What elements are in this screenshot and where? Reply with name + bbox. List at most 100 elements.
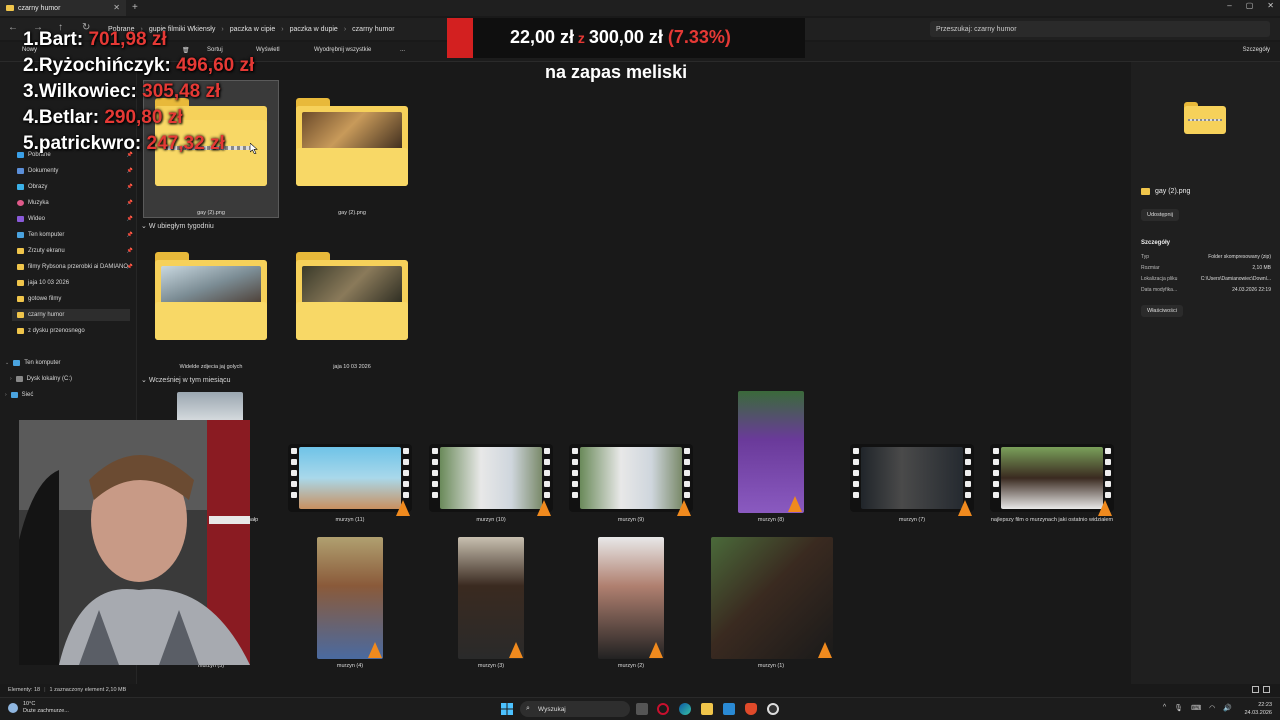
- sidebar-item-filmy-rybsona[interactable]: filmy Rybsona przerobki ai DAMIANO 📌: [17, 261, 135, 273]
- video-thumbnail[interactable]: [288, 444, 412, 512]
- selection-info: 1 zaznaczony element 2,10 MB: [49, 687, 127, 693]
- windows-start-icon[interactable]: [501, 703, 513, 715]
- video-thumbnail[interactable]: [990, 444, 1114, 512]
- sidebar-item-czarny-humor[interactable]: czarny humor: [12, 309, 130, 321]
- back-arrow-icon[interactable]: ←: [8, 22, 18, 33]
- mouse-cursor-icon: [250, 143, 258, 154]
- leaderboard-entry: 3.Wilkowiec: 305,48 zł: [23, 81, 221, 102]
- brave-icon[interactable]: [745, 703, 757, 715]
- folder-icon[interactable]: [155, 252, 267, 340]
- leaderboard-entry: 4.Betlar: 290,80 zł: [23, 107, 183, 128]
- view-button[interactable]: Wyświetl: [256, 47, 280, 53]
- taskbar-search[interactable]: ⌕ Wyszukaj: [520, 701, 630, 717]
- file-label: murzyn (7): [898, 517, 926, 523]
- tab-czarny-humor[interactable]: czarny humor ✕: [0, 0, 126, 16]
- breadcrumb-item[interactable]: paczka w dupie: [290, 26, 338, 33]
- tree-item-dysk-c[interactable]: › Dysk lokalny (C:): [10, 373, 128, 385]
- file-label: gay (2).png: [338, 210, 366, 216]
- chevron-up-icon[interactable]: ^: [1163, 704, 1166, 712]
- edge-icon[interactable]: [679, 703, 691, 715]
- details-file-name: gay (2).png: [1141, 188, 1190, 195]
- details-row: Typ Folder skompresowany (zip): [1141, 254, 1271, 260]
- maximize-button[interactable]: ▢: [1246, 1, 1254, 10]
- sidebar-item-gotowe-filmy[interactable]: gotowe filmy: [17, 293, 135, 305]
- file-explorer-icon[interactable]: [701, 703, 713, 715]
- extract-all-button[interactable]: Wyodrębnij wszystkie: [314, 47, 371, 53]
- breadcrumb-item[interactable]: paczka w cipie: [230, 26, 276, 33]
- task-view-icon[interactable]: [636, 703, 648, 715]
- video-thumbnail[interactable]: [850, 444, 974, 512]
- details-view-icon[interactable]: [1252, 686, 1259, 693]
- vlc-icon: [537, 500, 551, 516]
- sidebar-item-jaja[interactable]: jaja 10 03 2026: [17, 277, 135, 289]
- sidebar-item-z-dysku[interactable]: z dysku przenosnego: [17, 325, 135, 337]
- minimize-button[interactable]: –: [1227, 1, 1231, 10]
- group-header-last-week[interactable]: ⌄ W ubiegłym tygodniu: [141, 222, 214, 230]
- weather-widget[interactable]: 10°C Duże zachmurze...: [8, 701, 69, 715]
- vlc-icon: [958, 500, 972, 516]
- close-tab-icon[interactable]: ✕: [113, 3, 120, 12]
- tree-item-ten-komputer[interactable]: ⌄ Ten komputer: [5, 357, 123, 369]
- vlc-icon: [1098, 500, 1112, 516]
- thumbnail-image[interactable]: [711, 537, 833, 659]
- language-icon[interactable]: ⌨: [1191, 704, 1201, 712]
- clock[interactable]: 22:23 24.03.2026: [1244, 701, 1272, 717]
- microphone-icon[interactable]: 🎙: [1174, 704, 1183, 712]
- group-header-earlier-month[interactable]: ⌄ Wcześniej w tym miesiącu: [141, 376, 231, 384]
- folder-icon: [17, 312, 24, 318]
- folder-icon: [17, 296, 24, 302]
- thumbnail-image[interactable]: [738, 391, 804, 513]
- volume-icon[interactable]: 🔊: [1223, 704, 1232, 712]
- wifi-icon[interactable]: ◠: [1209, 704, 1215, 712]
- music-icon: [17, 200, 24, 206]
- pin-icon: 📌: [126, 168, 133, 174]
- opera-icon[interactable]: [657, 703, 669, 715]
- obs-icon[interactable]: [767, 703, 779, 715]
- file-label: murzyn (10): [476, 517, 506, 523]
- sidebar-item-wideo[interactable]: Wideo 📌: [17, 213, 135, 225]
- thumbnail-image[interactable]: [177, 392, 243, 422]
- sidebar-item-obrazy[interactable]: Obrazy 📌: [17, 181, 135, 193]
- delete-icon[interactable]: 🗑: [182, 47, 190, 54]
- chevron-right-icon[interactable]: ›: [5, 392, 7, 398]
- file-label: gay (2).png: [197, 210, 225, 216]
- folder-icon[interactable]: [296, 252, 408, 340]
- new-tab-button[interactable]: +: [132, 2, 138, 13]
- sidebar-item-zrzuty-ekranu[interactable]: Zrzuty ekranu 📌: [17, 245, 135, 257]
- notepad-icon[interactable]: [723, 703, 735, 715]
- file-label: najlepszy film o murzynach jaki ostatnio…: [990, 517, 1114, 523]
- computer-icon: [17, 232, 24, 238]
- more-options-button[interactable]: ...: [400, 47, 405, 53]
- sidebar-item-ten-komputer[interactable]: Ten komputer 📌: [17, 229, 135, 241]
- sort-button[interactable]: Sortuj: [207, 47, 223, 53]
- chevron-right-icon[interactable]: ›: [10, 376, 12, 382]
- folder-icon[interactable]: [296, 98, 408, 186]
- share-button[interactable]: Udostępnij: [1141, 209, 1179, 221]
- sidebar-item-muzyka[interactable]: Muzyka 📌: [17, 197, 135, 209]
- chevron-down-icon[interactable]: ⌄: [5, 360, 9, 366]
- search-input[interactable]: Przeszukaj: czarny humor: [930, 21, 1270, 37]
- thumbnail-image[interactable]: [317, 537, 383, 659]
- close-button[interactable]: ✕: [1267, 1, 1274, 10]
- properties-button[interactable]: Właściwości: [1141, 305, 1183, 317]
- tiles-view-icon[interactable]: [1263, 686, 1270, 693]
- thumbnail-image: [302, 112, 402, 152]
- video-thumbnail[interactable]: [569, 444, 693, 512]
- view-switcher: [1252, 686, 1270, 693]
- file-label: murzyn (9): [617, 517, 645, 523]
- sidebar-item-dokumenty[interactable]: Dokumenty 📌: [17, 165, 135, 177]
- breadcrumb-item[interactable]: czarny humor: [352, 26, 394, 33]
- folder-icon: [1141, 188, 1150, 195]
- details-heading: Szczegóły: [1141, 240, 1171, 246]
- details-toggle-button[interactable]: Szczegóły: [1243, 47, 1270, 53]
- tree-item-siec[interactable]: › Sieć: [5, 389, 123, 401]
- file-label: jaja 10 03 2026: [333, 364, 371, 370]
- thumbnail-image[interactable]: [598, 537, 664, 659]
- status-bar: Elementy: 18 | 1 zaznaczony element 2,10…: [0, 684, 1280, 696]
- thumbnail-image[interactable]: [458, 537, 524, 659]
- video-thumbnail[interactable]: [429, 444, 553, 512]
- pin-icon: 📌: [126, 248, 133, 254]
- file-label: murzyn (2): [617, 663, 645, 669]
- system-tray: ^ 🎙 ⌨ ◠ 🔊: [1163, 704, 1232, 712]
- video-icon: [17, 216, 24, 222]
